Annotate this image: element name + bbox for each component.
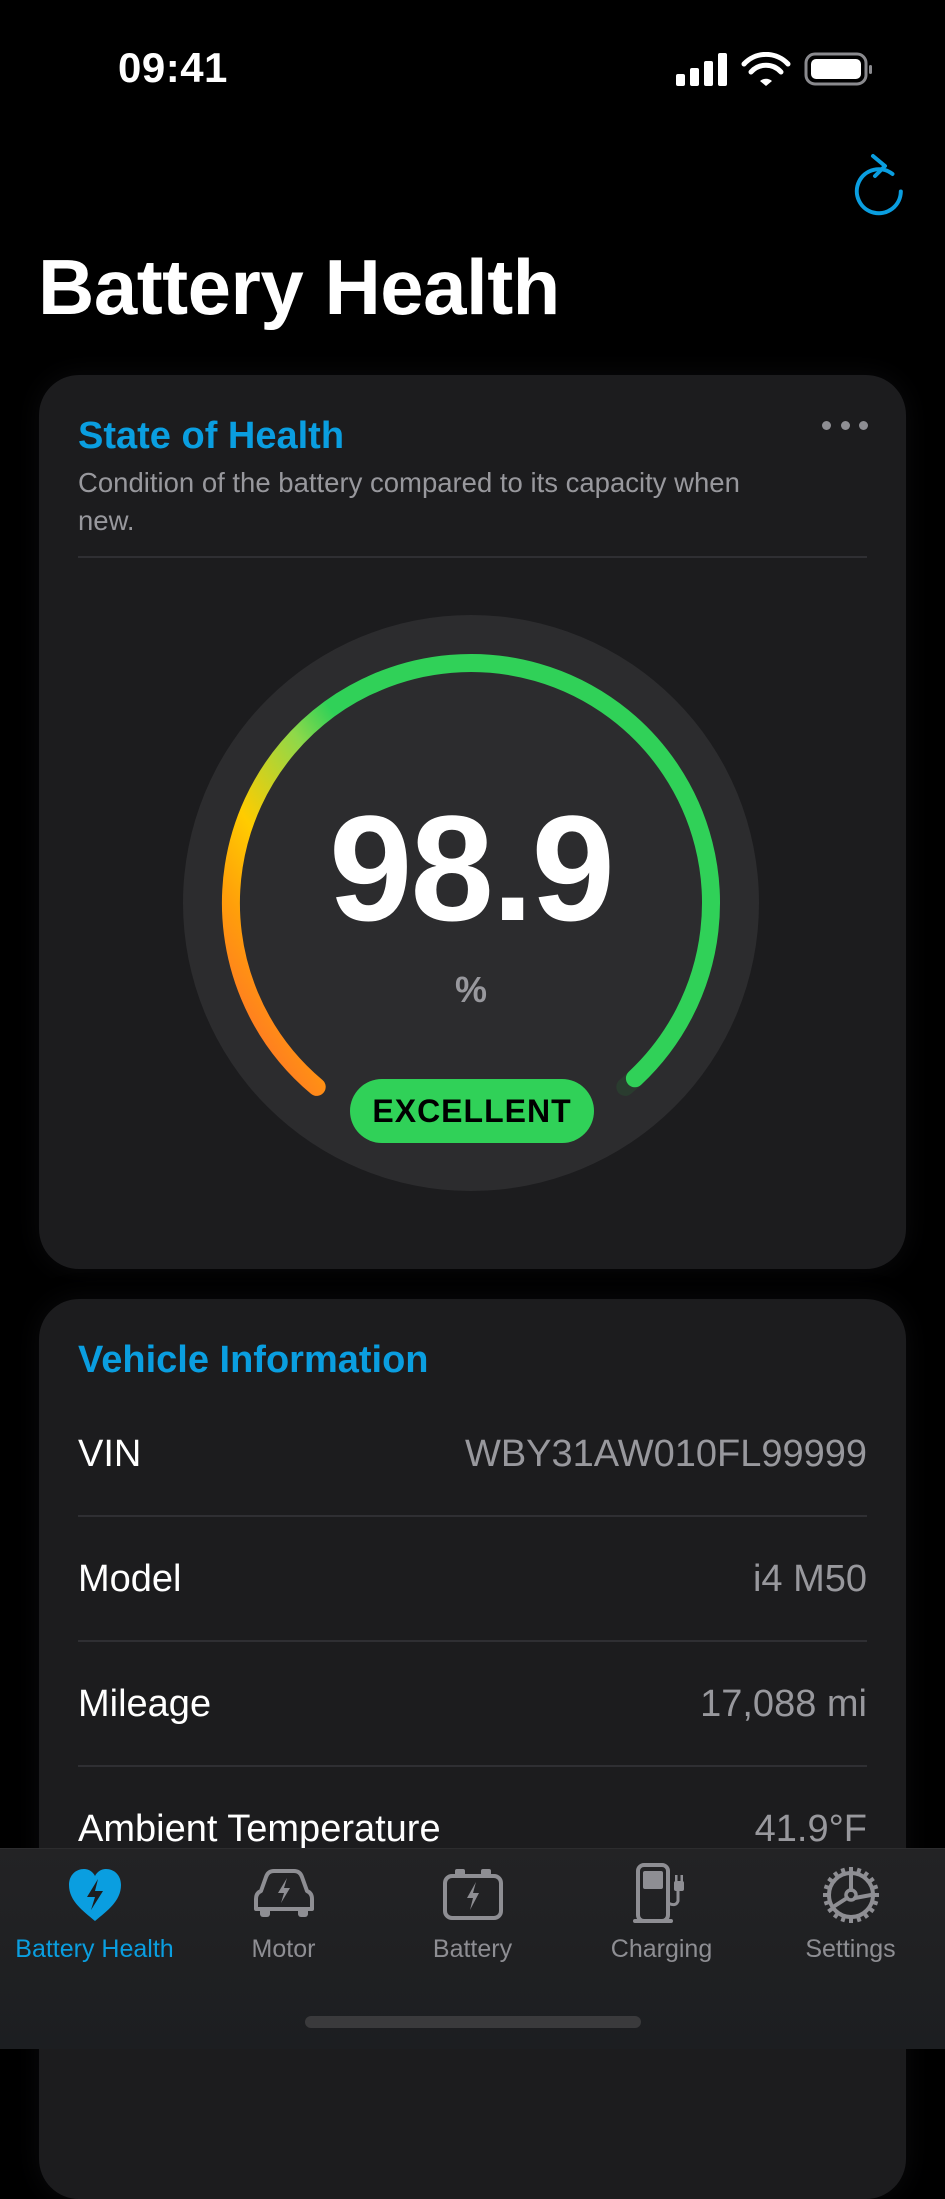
car-battery-icon — [442, 1869, 503, 1920]
tab-settings[interactable]: Settings — [756, 1863, 945, 1983]
steering-gear-icon — [822, 1867, 879, 1923]
info-label: Mileage — [78, 1683, 212, 1725]
state-of-health-card: State of Health Condition of the battery… — [39, 375, 906, 1269]
info-value: WBY31AW010FL99999 — [464, 1433, 867, 1475]
ellipsis-icon-dot — [859, 420, 868, 430]
battery-icon — [804, 52, 872, 86]
tab-battery-health[interactable]: Battery Health — [0, 1863, 189, 1983]
cellular-signal-icon — [676, 53, 727, 86]
ellipsis-icon-dot — [822, 420, 831, 430]
refresh-icon — [854, 154, 903, 216]
health-value: 98.9 — [329, 784, 615, 952]
status-icons — [676, 51, 876, 88]
info-row-model: Model i4 M50 — [78, 1517, 867, 1642]
tab-label: Settings — [805, 1935, 896, 1963]
heart-bolt-icon — [68, 1869, 121, 1921]
refresh-button[interactable] — [848, 150, 908, 216]
ev-charger-icon — [632, 1863, 684, 1923]
state-of-health-title: State of Health — [78, 415, 345, 457]
divider — [78, 556, 867, 558]
info-row-mileage: Mileage 17,088 mi — [78, 1642, 867, 1767]
info-value: 41.9°F — [754, 1808, 867, 1850]
info-row-vin: VIN WBY31AW010FL99999 — [78, 1392, 867, 1517]
vehicle-information-card: Vehicle Information VIN WBY31AW010FL9999… — [39, 1299, 906, 2199]
tab-label: Battery — [432, 1935, 513, 1963]
health-gauge: 98.9 % EXCELLENT — [183, 615, 759, 1191]
page-title: Battery Health — [38, 243, 560, 331]
info-value: i4 M50 — [752, 1558, 867, 1600]
tab-battery[interactable]: Battery — [378, 1863, 567, 1983]
vehicle-information-title: Vehicle Information — [78, 1339, 429, 1381]
more-options-button[interactable] — [822, 415, 868, 435]
tab-label: Motor — [251, 1935, 316, 1963]
info-label: VIN — [78, 1433, 142, 1475]
status-time: 09:41 — [118, 44, 228, 91]
state-of-health-subtitle: Condition of the battery compared to its… — [78, 467, 740, 536]
info-label: Model — [78, 1558, 182, 1600]
wifi-icon — [741, 51, 791, 86]
health-unit: % — [454, 969, 487, 1010]
tab-motor[interactable]: Motor — [189, 1863, 378, 1983]
info-label: Ambient Temperature — [78, 1808, 441, 1850]
tab-charging[interactable]: Charging — [567, 1863, 756, 1983]
home-indicator — [305, 2016, 641, 2028]
car-bolt-icon — [253, 1869, 314, 1917]
health-status-badge: EXCELLENT — [350, 1079, 594, 1143]
info-value: 17,088 mi — [700, 1683, 867, 1725]
tab-label: Charging — [610, 1935, 713, 1963]
tab-label: Battery Health — [15, 1935, 174, 1963]
ellipsis-icon-dot — [840, 420, 850, 430]
